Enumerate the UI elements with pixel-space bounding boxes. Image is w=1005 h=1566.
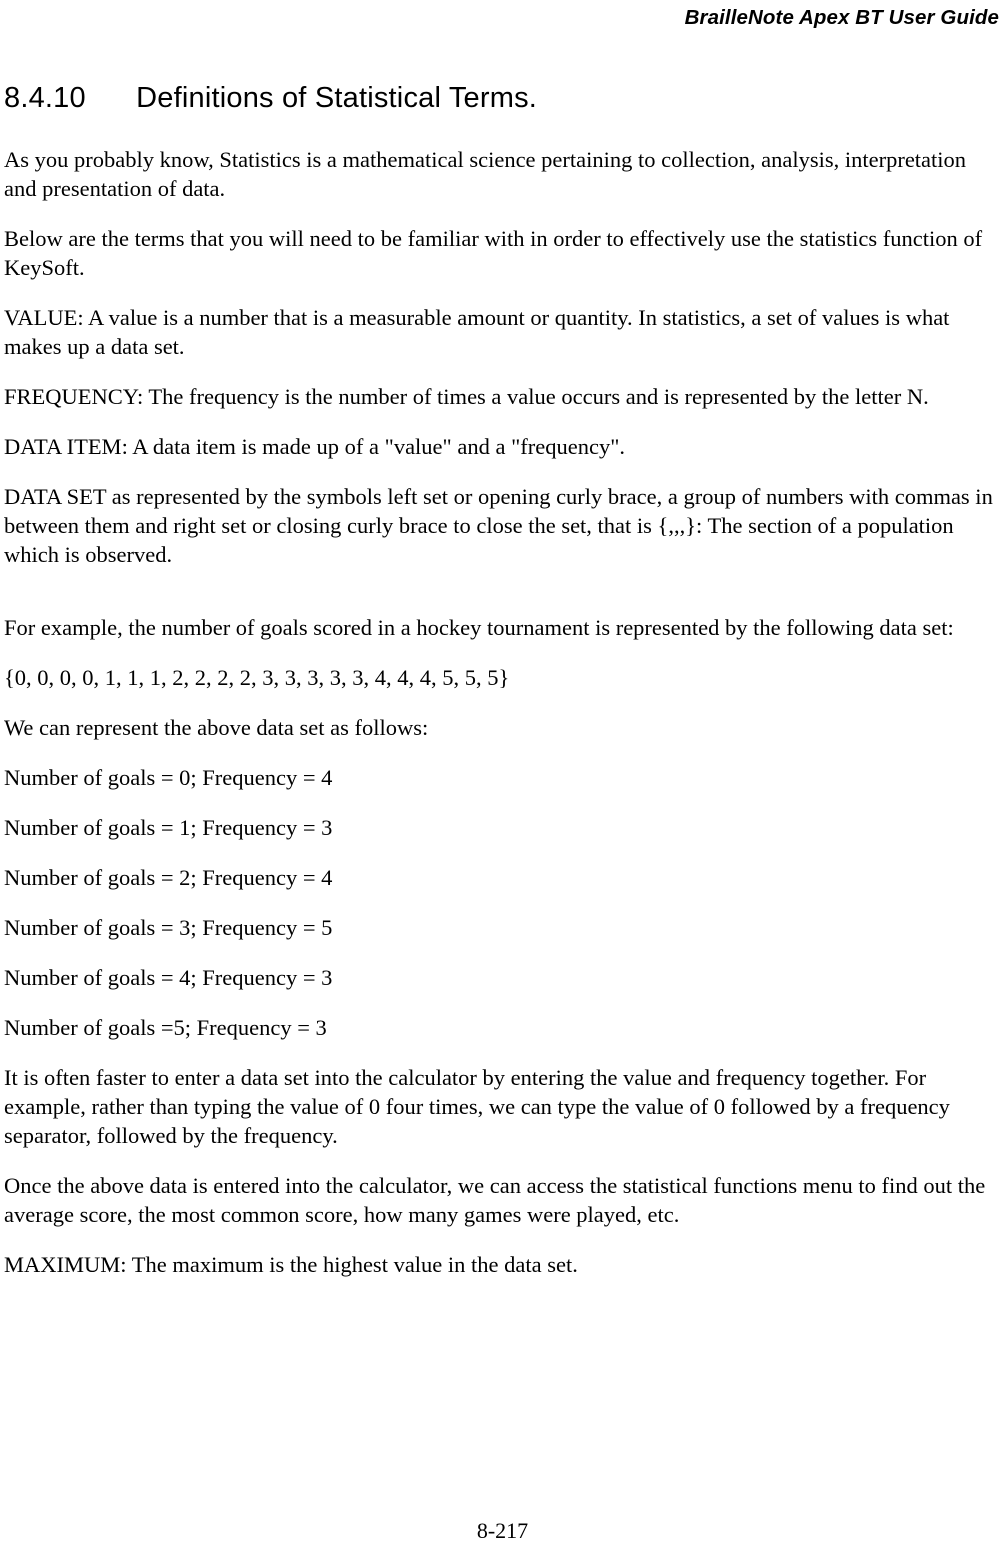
paragraph-data-set-definition: DATA SET as represented by the symbols l… xyxy=(4,484,993,568)
paragraph-intro: As you probably know, Statistics is a ma… xyxy=(4,147,967,202)
paragraph-maximum-definition: MAXIMUM: The maximum is the highest valu… xyxy=(4,1252,578,1278)
paragraph-frequency-definition: FREQUENCY: The frequency is the number o… xyxy=(4,384,929,410)
section-heading: 8.4.10 Definitions of Statistical Terms. xyxy=(4,82,538,114)
page-footer: 8-217 xyxy=(476,1518,529,1543)
paragraph-faster-entry: It is often faster to enter a data set i… xyxy=(4,1065,950,1149)
paragraph-goals-4: Number of goals = 4; Frequency = 3 xyxy=(4,965,333,991)
paragraph-statistical-functions-menu: Once the above data is entered into the … xyxy=(4,1173,986,1228)
paragraph-terms-intro: Below are the terms that you will need t… xyxy=(4,226,983,281)
page-header: BrailleNote Apex BT User Guide xyxy=(684,6,999,29)
paragraph-goals-0: Number of goals = 0; Frequency = 4 xyxy=(4,765,333,791)
paragraph-data-item-definition: DATA ITEM: A data item is made up of a "… xyxy=(4,434,626,460)
paragraph-example-intro: For example, the number of goals scored … xyxy=(4,615,954,641)
paragraph-goals-5: Number of goals =5; Frequency = 3 xyxy=(4,1015,327,1041)
paragraph-goals-1: Number of goals = 1; Frequency = 3 xyxy=(4,815,333,841)
paragraph-data-set-values: {0, 0, 0, 0, 1, 1, 1, 2, 2, 2, 2, 3, 3, … xyxy=(4,665,510,691)
paragraph-goals-2: Number of goals = 2; Frequency = 4 xyxy=(4,865,333,891)
page-content: 8.4.10 Definitions of Statistical Terms.… xyxy=(0,82,1005,1279)
document-page: BrailleNote Apex BT User Guide 8.4.10 De… xyxy=(0,0,1005,1566)
paragraph-represent-intro: We can represent the above data set as f… xyxy=(4,715,429,741)
paragraph-goals-3: Number of goals = 3; Frequency = 5 xyxy=(4,915,333,941)
paragraph-value-definition: VALUE: A value is a number that is a mea… xyxy=(4,305,950,360)
